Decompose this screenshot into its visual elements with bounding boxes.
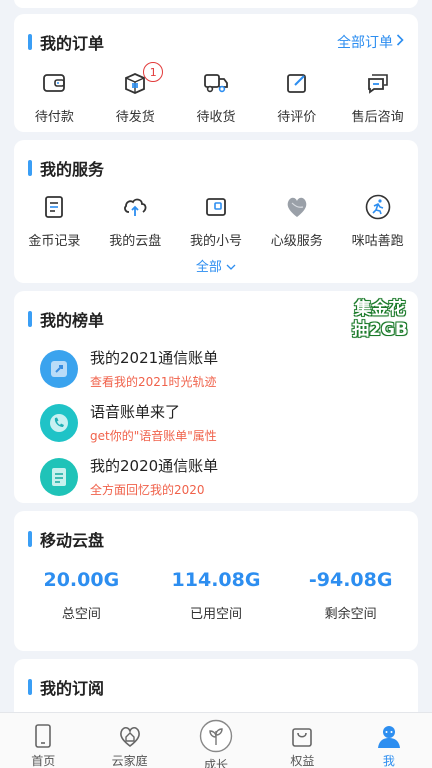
subscriptions-title: 我的订阅 — [40, 679, 105, 698]
tab-label: 我 — [382, 754, 395, 768]
stat-used-space: 114.08G 已用空间 — [149, 569, 284, 622]
ranking-item-2021-bill[interactable]: 我的2021通信账单 查看我的2021时光轨迹 — [40, 347, 218, 390]
stat-value: 114.08G — [171, 569, 261, 591]
cloud-title: 移动云盘 — [40, 531, 105, 550]
wallet-icon — [41, 70, 67, 96]
bag-icon — [288, 723, 316, 749]
order-item-label: 待收货 — [196, 110, 236, 125]
order-item-label: 待发货 — [115, 110, 155, 125]
promo-banner[interactable]: 集金花 抽2GB — [346, 299, 414, 341]
section-bar — [28, 34, 32, 50]
tab-label: 成长 — [204, 758, 229, 768]
tab-family[interactable]: 云家庭 — [86, 713, 172, 768]
stat-value: -94.08G — [308, 569, 393, 591]
service-item-label: 心级服务 — [270, 234, 323, 249]
ranking-subtitle: get你的"语音账单"属性 — [90, 429, 217, 443]
tab-home[interactable]: 首页 — [0, 713, 86, 768]
stat-value: 20.00G — [43, 569, 120, 591]
sim-card-icon — [203, 194, 229, 220]
tab-me[interactable]: 我 — [346, 713, 432, 768]
ranking-subtitle: 查看我的2021时光轨迹 — [90, 375, 217, 389]
section-bar — [28, 160, 32, 176]
rocket-icon — [40, 349, 78, 388]
phone-icon — [40, 403, 78, 442]
growth-icon — [199, 719, 233, 753]
order-item-label: 售后咨询 — [351, 110, 404, 125]
tab-label: 权益 — [290, 754, 315, 768]
edit-icon — [284, 70, 310, 96]
stat-remaining-space: -94.08G 剩余空间 — [283, 569, 418, 622]
service-my-cloud[interactable]: 我的云盘 — [95, 194, 176, 249]
phone-home-icon — [29, 723, 57, 749]
order-item-label: 待评价 — [277, 110, 317, 125]
stat-total-space: 20.00G 总空间 — [14, 569, 149, 622]
service-migu-run[interactable]: 咪咕善跑 — [337, 194, 418, 249]
services-header: 我的服务 — [28, 156, 104, 180]
service-item-label: 金币记录 — [28, 234, 81, 249]
stat-label: 总空间 — [61, 607, 101, 622]
ranking-item-voice-bill[interactable]: 语音账单来了 get你的"语音账单"属性 — [40, 401, 217, 444]
family-icon — [116, 723, 144, 749]
top-card-remnant — [14, 0, 418, 8]
tab-growth[interactable]: 成长 — [173, 713, 259, 768]
chevron-down-icon — [226, 260, 236, 275]
cloud-header: 移动云盘 — [28, 527, 104, 551]
tab-label: 云家庭 — [111, 754, 148, 768]
ranking-title: 我的2021通信账单 — [90, 349, 219, 367]
order-item-label: 待付款 — [34, 110, 74, 125]
bottom-tab-bar: 首页 云家庭 成长 权益 我 — [0, 712, 432, 768]
orders-icon-row: 待付款 1 待发货 待收货 待评价 售后咨询 — [14, 62, 418, 125]
order-pending-shipment[interactable]: 1 待发货 — [95, 62, 176, 125]
section-bar — [28, 311, 32, 327]
services-icon-row: 金币记录 我的云盘 我的小号 心级服务 咪咕善跑 — [14, 194, 418, 249]
orders-header: 我的订单 — [28, 30, 104, 54]
order-pending-review[interactable]: 待评价 — [256, 70, 337, 125]
section-bar — [28, 679, 32, 695]
cloud-stats: 20.00G 总空间 114.08G 已用空间 -94.08G 剩余空间 — [14, 569, 418, 622]
all-orders-label: 全部订单 — [337, 35, 393, 51]
service-item-label: 我的云盘 — [109, 234, 162, 249]
ranking-subtitle: 全方面回忆我的2020 — [90, 483, 205, 497]
service-sub-number[interactable]: 我的小号 — [176, 194, 257, 249]
tab-label: 首页 — [31, 754, 56, 768]
stat-label: 剩余空间 — [324, 607, 377, 622]
promo-line1: 集金花 — [354, 299, 406, 319]
rankings-card: 我的榜单 集金花 抽2GB 我的2021通信账单 查看我的2021时光轨迹 语音… — [14, 291, 418, 503]
rankings-title: 我的榜单 — [40, 311, 105, 330]
heart-service-icon — [284, 194, 310, 220]
ranking-title: 语音账单来了 — [90, 403, 181, 421]
ranking-item-2020-bill[interactable]: 我的2020通信账单 全方面回忆我的2020 — [40, 455, 218, 498]
ranking-title: 我的2020通信账单 — [90, 457, 219, 475]
service-item-label: 咪咕善跑 — [351, 234, 404, 249]
tab-benefits[interactable]: 权益 — [259, 713, 345, 768]
coin-record-icon — [41, 194, 67, 220]
order-pending-receipt[interactable]: 待收货 — [176, 70, 257, 125]
user-icon — [375, 723, 403, 749]
section-bar — [28, 531, 32, 547]
order-after-sales[interactable]: 售后咨询 — [337, 70, 418, 125]
subscriptions-header: 我的订阅 — [28, 675, 104, 699]
all-toggle-label: 全部 — [195, 260, 222, 275]
promo-line2: 抽2GB — [352, 320, 408, 340]
services-title: 我的服务 — [40, 160, 105, 179]
service-coin-record[interactable]: 金币记录 — [14, 194, 95, 249]
document-icon — [40, 457, 78, 496]
chevron-right-icon — [396, 34, 404, 50]
services-card: 我的服务 金币记录 我的云盘 我的小号 心级服务 咪咕善跑 全部 — [14, 140, 418, 283]
notification-badge: 1 — [143, 62, 164, 82]
truck-icon — [203, 70, 229, 96]
orders-title: 我的订单 — [40, 34, 105, 53]
runner-icon — [365, 194, 391, 220]
orders-card: 我的订单 全部订单 待付款 1 待发货 待收货 待评价 售后咨询 — [14, 14, 418, 132]
service-heart-level[interactable]: 心级服务 — [256, 194, 337, 249]
services-all-toggle[interactable]: 全部 — [14, 256, 418, 275]
order-pending-payment[interactable]: 待付款 — [14, 70, 95, 125]
service-item-label: 我的小号 — [189, 234, 242, 249]
stat-label: 已用空间 — [190, 607, 243, 622]
cloud-upload-icon — [122, 194, 148, 220]
all-orders-link[interactable]: 全部订单 — [337, 32, 404, 52]
chat-icon — [365, 70, 391, 96]
rankings-header: 我的榜单 — [28, 307, 104, 331]
cloud-storage-card[interactable]: 移动云盘 20.00G 总空间 114.08G 已用空间 -94.08G 剩余空… — [14, 511, 418, 651]
